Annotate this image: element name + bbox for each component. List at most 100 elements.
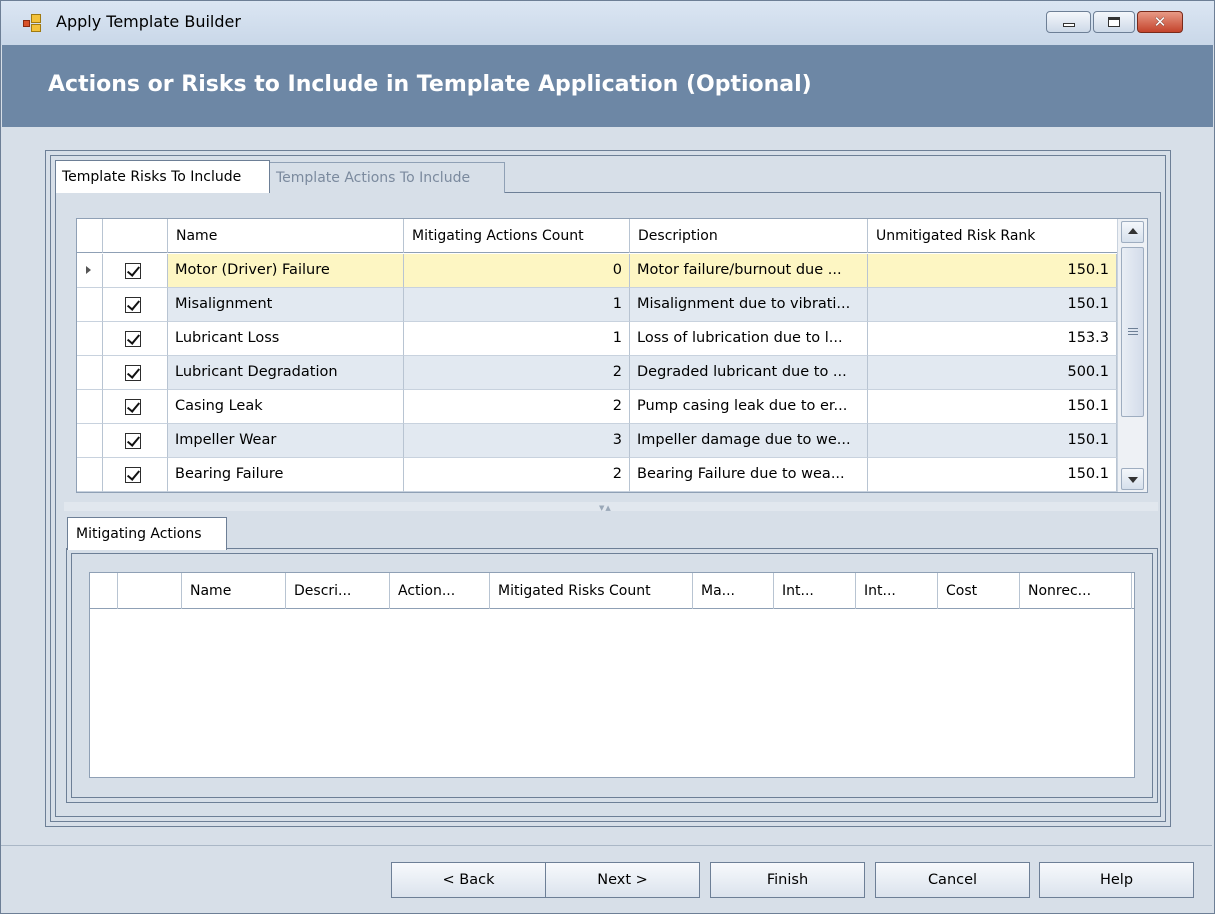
column-header-mitigated-risks-count[interactable]: Mitigated Risks Count xyxy=(490,573,693,609)
cell-mitigating-actions-count[interactable]: 0 xyxy=(404,254,630,288)
grid-splitter[interactable]: ▼▲ xyxy=(64,502,1158,512)
scroll-down-button[interactable] xyxy=(1121,468,1144,490)
cell-unmitigated-risk-rank[interactable]: 500.1 xyxy=(868,356,1117,390)
maximize-button[interactable] xyxy=(1093,11,1135,33)
minimize-icon xyxy=(1062,23,1075,27)
column-header-name[interactable]: Name xyxy=(182,573,286,609)
cell-unmitigated-risk-rank[interactable]: 150.1 xyxy=(868,458,1117,492)
cell-mitigating-actions-count[interactable]: 1 xyxy=(404,288,630,322)
cell-description[interactable]: Pump casing leak due to er... xyxy=(630,390,868,424)
cell-include xyxy=(103,390,168,424)
column-header-int-2[interactable]: Int... xyxy=(856,573,938,609)
column-header-ma[interactable]: Ma... xyxy=(693,573,774,609)
cell-include xyxy=(103,458,168,492)
cell-unmitigated-risk-rank[interactable]: 150.1 xyxy=(868,288,1117,322)
row-selector[interactable] xyxy=(77,458,103,492)
cell-unmitigated-risk-rank[interactable]: 153.3 xyxy=(868,322,1117,356)
column-header-unmitigated-risk-rank[interactable]: Unmitigated Risk Rank xyxy=(868,219,1117,253)
cell-description[interactable]: Loss of lubrication due to l... xyxy=(630,322,868,356)
cell-mitigating-actions-count[interactable]: 3 xyxy=(404,424,630,458)
tab-template-risks[interactable]: Template Risks To Include xyxy=(55,160,270,193)
cell-name[interactable]: Motor (Driver) Failure xyxy=(168,254,404,288)
cell-mitigating-actions-count[interactable]: 2 xyxy=(404,458,630,492)
cell-name[interactable]: Lubricant Loss xyxy=(168,322,404,356)
cell-name[interactable]: Lubricant Degradation xyxy=(168,356,404,390)
table-row[interactable]: Misalignment 1 Misalignment due to vibrati… xyxy=(77,288,1117,322)
arrow-up-icon xyxy=(1128,228,1138,234)
cell-include xyxy=(103,254,168,288)
close-icon: ✕ xyxy=(1153,12,1167,31)
cell-unmitigated-risk-rank[interactable]: 150.1 xyxy=(868,254,1117,288)
arrow-down-icon xyxy=(1128,477,1138,483)
mitigating-actions-grid-header: Name Descri... Action... Mitigated Risks… xyxy=(90,573,1134,609)
include-checkbox[interactable] xyxy=(125,263,141,279)
cell-name[interactable]: Bearing Failure xyxy=(168,458,404,492)
cell-mitigating-actions-count[interactable]: 2 xyxy=(404,356,630,390)
window-title: Apply Template Builder xyxy=(56,12,241,31)
cell-include xyxy=(103,356,168,390)
cancel-button[interactable]: Cancel xyxy=(875,862,1030,898)
cell-unmitigated-risk-rank[interactable]: 150.1 xyxy=(868,390,1117,424)
cell-description[interactable]: Impeller damage due to we... xyxy=(630,424,868,458)
table-row[interactable]: Motor (Driver) Failure 0 Motor failure/bur… xyxy=(77,254,1117,288)
cell-description[interactable]: Motor failure/burnout due ... xyxy=(630,254,868,288)
checkbox-column-header[interactable] xyxy=(118,573,182,609)
include-checkbox[interactable] xyxy=(125,331,141,347)
close-button[interactable]: ✕ xyxy=(1137,11,1183,33)
cell-description[interactable]: Degraded lubricant due to ... xyxy=(630,356,868,390)
include-checkbox[interactable] xyxy=(125,467,141,483)
minimize-button[interactable] xyxy=(1046,11,1091,33)
include-checkbox[interactable] xyxy=(125,399,141,415)
column-header-cost[interactable]: Cost xyxy=(938,573,1020,609)
grip-icon xyxy=(1128,328,1138,335)
back-button[interactable]: < Back xyxy=(391,862,546,898)
tab-mitigating-actions[interactable]: Mitigating Actions xyxy=(67,517,227,550)
finish-button[interactable]: Finish xyxy=(710,862,865,898)
cell-mitigating-actions-count[interactable]: 2 xyxy=(404,390,630,424)
table-row[interactable]: Bearing Failure 2 Bearing Failure due to w… xyxy=(77,458,1117,492)
row-selector[interactable] xyxy=(77,390,103,424)
include-checkbox[interactable] xyxy=(125,365,141,381)
cell-name[interactable]: Misalignment xyxy=(168,288,404,322)
cell-mitigating-actions-count[interactable]: 1 xyxy=(404,322,630,356)
scroll-up-button[interactable] xyxy=(1121,221,1144,243)
risks-grid-header: Name Mitigating Actions Count Descriptio… xyxy=(77,219,1117,253)
row-selector-header xyxy=(77,219,103,253)
column-header-description[interactable]: Description xyxy=(630,219,868,253)
include-checkbox[interactable] xyxy=(125,433,141,449)
cell-name[interactable]: Impeller Wear xyxy=(168,424,404,458)
table-row[interactable]: Lubricant Degradation 2 Degraded lubricant… xyxy=(77,356,1117,390)
tab-template-actions[interactable]: Template Actions To Include xyxy=(269,162,505,193)
title-bar[interactable]: Apply Template Builder ✕ xyxy=(1,1,1214,45)
column-header-name[interactable]: Name xyxy=(168,219,404,253)
splitter-grip-icon: ▼▲ xyxy=(599,504,612,512)
row-selector[interactable] xyxy=(77,322,103,356)
row-selector[interactable] xyxy=(77,424,103,458)
column-header-nonrec[interactable]: Nonrec... xyxy=(1020,573,1132,609)
row-selector[interactable] xyxy=(77,288,103,322)
checkbox-column-header[interactable] xyxy=(103,219,168,253)
step-header: Actions or Risks to Include in Template … xyxy=(2,45,1213,127)
include-checkbox[interactable] xyxy=(125,297,141,313)
column-header-mitigating-actions-count[interactable]: Mitigating Actions Count xyxy=(404,219,630,253)
row-selector[interactable] xyxy=(77,356,103,390)
help-button[interactable]: Help xyxy=(1039,862,1194,898)
column-header-int-1[interactable]: Int... xyxy=(774,573,856,609)
table-row[interactable]: Impeller Wear 3 Impeller damage due to we.… xyxy=(77,424,1117,458)
column-header-action[interactable]: Action... xyxy=(390,573,490,609)
table-row[interactable]: Lubricant Loss 1 Loss of lubrication due t… xyxy=(77,322,1117,356)
cell-include xyxy=(103,322,168,356)
mitigating-actions-grid: Name Descri... Action... Mitigated Risks… xyxy=(89,572,1135,778)
cell-description[interactable]: Bearing Failure due to wea... xyxy=(630,458,868,492)
cell-unmitigated-risk-rank[interactable]: 150.1 xyxy=(868,424,1117,458)
app-icon xyxy=(23,14,43,32)
column-header-description[interactable]: Descri... xyxy=(286,573,390,609)
cell-name[interactable]: Casing Leak xyxy=(168,390,404,424)
cell-description[interactable]: Misalignment due to vibrati... xyxy=(630,288,868,322)
next-button[interactable]: Next > xyxy=(545,862,700,898)
scrollbar-thumb[interactable] xyxy=(1121,247,1144,417)
table-row[interactable]: Casing Leak 2 Pump casing leak due to er..… xyxy=(77,390,1117,424)
row-selector[interactable] xyxy=(77,254,103,288)
step-title: Actions or Risks to Include in Template … xyxy=(48,72,812,97)
risks-grid-vertical-scrollbar[interactable] xyxy=(1117,219,1147,492)
